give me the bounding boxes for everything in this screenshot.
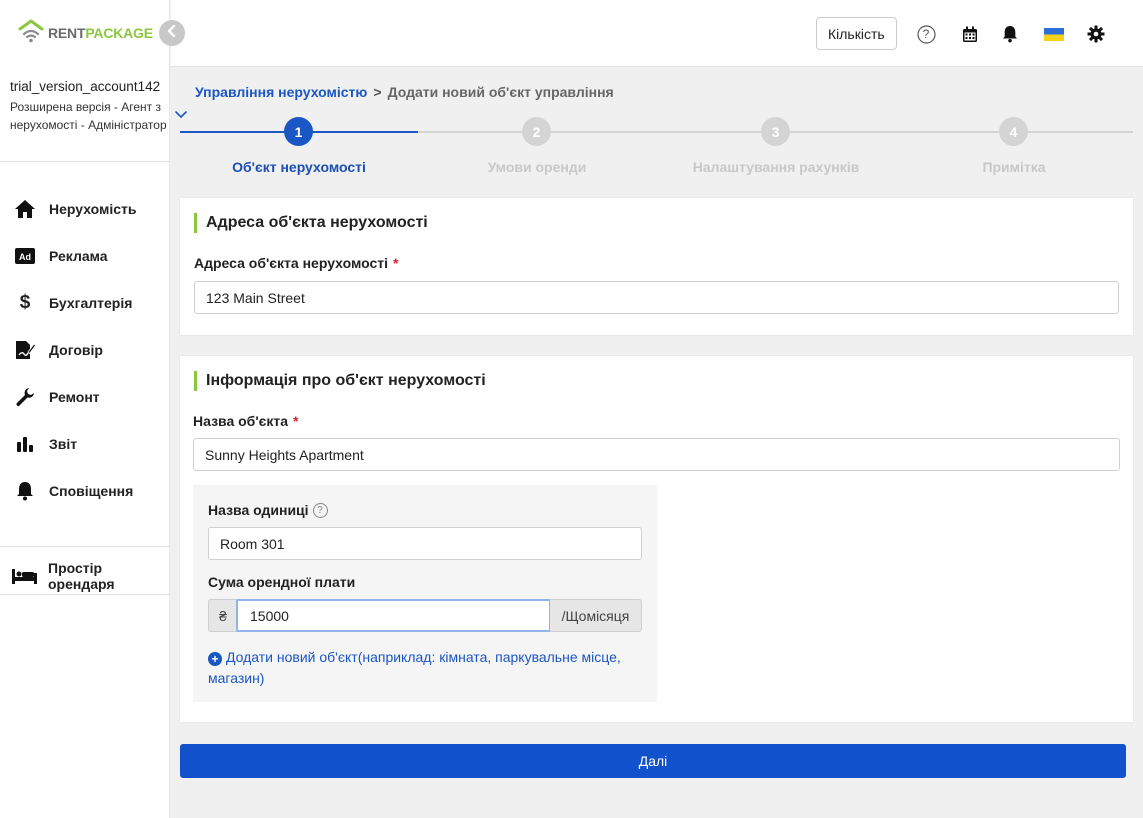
top-header: Кількість ?: [171, 0, 1143, 67]
step-3-circle[interactable]: 3: [761, 117, 790, 146]
step-2-label[interactable]: Умови оренди: [488, 159, 587, 175]
step-1-circle[interactable]: 1: [284, 117, 313, 146]
sidebar-item-label: Ремонт: [49, 388, 100, 405]
sidebar-item-property[interactable]: Нерухомість: [0, 185, 170, 232]
unit-name-input[interactable]: Room 301: [208, 527, 642, 560]
step-4-circle[interactable]: 4: [999, 117, 1028, 146]
sidebar-item-label: Реклама: [49, 247, 108, 264]
help-glyph: ?: [922, 27, 930, 41]
add-unit-link-text: Додати новий об'єкт(наприклад: кімната, …: [208, 649, 621, 686]
chart-icon: [14, 433, 36, 455]
sidebar-nav: Нерухомість Ad Реклама $ Бухгалтерія Дог…: [0, 185, 170, 514]
rent-amount-label: Сума орендної плати: [208, 574, 356, 590]
logo-part-rent: RENT: [48, 25, 86, 41]
contract-icon: [14, 339, 36, 361]
home-icon: [14, 198, 36, 220]
unit-name-label: Назва одиниці: [208, 502, 309, 518]
property-name-input[interactable]: Sunny Heights Apartment: [193, 438, 1120, 471]
bed-icon: [12, 568, 37, 584]
sidebar-item-ads[interactable]: Ad Реклама: [0, 232, 170, 279]
wifi-house-icon: [18, 18, 44, 49]
bell-icon[interactable]: [1000, 24, 1020, 44]
sidebar-item-tenant-space[interactable]: Простір орендаря: [12, 560, 169, 592]
account-role: Розширена версія - Агент з нерухомості -…: [10, 100, 167, 132]
sidebar-item-label: Звіт: [49, 435, 78, 452]
question-circle-icon[interactable]: ?: [312, 502, 328, 518]
wrench-icon: [14, 386, 36, 408]
breadcrumb-separator: >: [373, 84, 382, 100]
required-mark: *: [393, 255, 399, 271]
period-addon: /Щомісяця: [550, 599, 642, 632]
sidebar-item-accounting[interactable]: $ Бухгалтерія: [0, 279, 170, 326]
sidebar-divider: [0, 546, 170, 547]
plus-circle-icon: +: [208, 652, 222, 666]
sidebar: RENTPACKAGE trial_version_account142 Роз…: [0, 0, 170, 818]
sidebar-item-contract[interactable]: Договір: [0, 326, 170, 373]
stepper: 1 2 3 4 Об'єкт нерухомості Умови оренди …: [180, 116, 1133, 176]
address-label: Адреса об'єкта нерухомості: [194, 255, 389, 271]
address-card-title: Адреса об'єкта нерухомості: [194, 213, 428, 233]
add-unit-link[interactable]: + Додати новий об'єкт(наприклад: кімната,…: [208, 647, 638, 689]
property-name-label: Назва об'єкта: [193, 413, 289, 429]
help-icon[interactable]: ?: [916, 24, 936, 44]
dollar-icon: $: [19, 291, 31, 313]
sidebar-item-repair[interactable]: Ремонт: [0, 373, 170, 420]
svg-text:Ad: Ad: [19, 252, 31, 262]
account-name: trial_version_account142: [10, 79, 161, 94]
chevron-left-icon: [167, 24, 177, 42]
sidebar-item-label: Бухгалтерія: [49, 294, 133, 311]
sidebar-item-label: Договір: [49, 341, 103, 358]
sidebar-item-label: Сповіщення: [49, 482, 134, 499]
rent-amount-input[interactable]: 15000: [236, 599, 551, 632]
step-3-label[interactable]: Налаштування рахунків: [693, 159, 859, 175]
logo-part-package: PACKAGE: [85, 25, 153, 41]
step-4-label[interactable]: Примітка: [982, 159, 1045, 175]
sidebar-item-report[interactable]: Звіт: [0, 420, 170, 467]
step-1-label[interactable]: Об'єкт нерухомості: [232, 159, 366, 175]
breadcrumb: Управління нерухомістю > Додати новий об'є…: [195, 84, 614, 100]
property-info-title: Інформація про об'єкт нерухомості: [194, 371, 486, 391]
currency-addon: ₴: [208, 599, 237, 632]
sidebar-item-notifications[interactable]: Сповіщення: [0, 467, 170, 514]
step-2-circle[interactable]: 2: [522, 117, 551, 146]
gear-icon[interactable]: [1086, 24, 1106, 44]
quantity-button[interactable]: Кількість: [816, 17, 897, 50]
required-mark: *: [293, 413, 299, 429]
bell-icon: [14, 480, 36, 502]
ukraine-flag-icon[interactable]: [1043, 24, 1065, 44]
next-button[interactable]: Далі: [180, 744, 1126, 778]
calendar-icon[interactable]: [960, 24, 980, 44]
tenant-space-label: Простір орендаря: [48, 560, 115, 592]
sidebar-item-label: Нерухомість: [49, 200, 137, 217]
breadcrumb-link-property-management[interactable]: Управління нерухомістю: [195, 84, 367, 100]
breadcrumb-current: Додати новий об'єкт управління: [387, 84, 614, 100]
account-info: trial_version_account142 Розширена версі…: [10, 78, 168, 134]
address-input[interactable]: 123 Main Street: [194, 281, 1119, 314]
sidebar-collapse-button[interactable]: [159, 20, 185, 46]
logo[interactable]: RENTPACKAGE: [18, 18, 153, 48]
address-card: Адреса об'єкта нерухомості Адреса об'єкт…: [180, 198, 1133, 335]
sidebar-divider: [0, 161, 170, 162]
sidebar-divider: [0, 594, 170, 595]
ad-icon: Ad: [14, 245, 36, 267]
